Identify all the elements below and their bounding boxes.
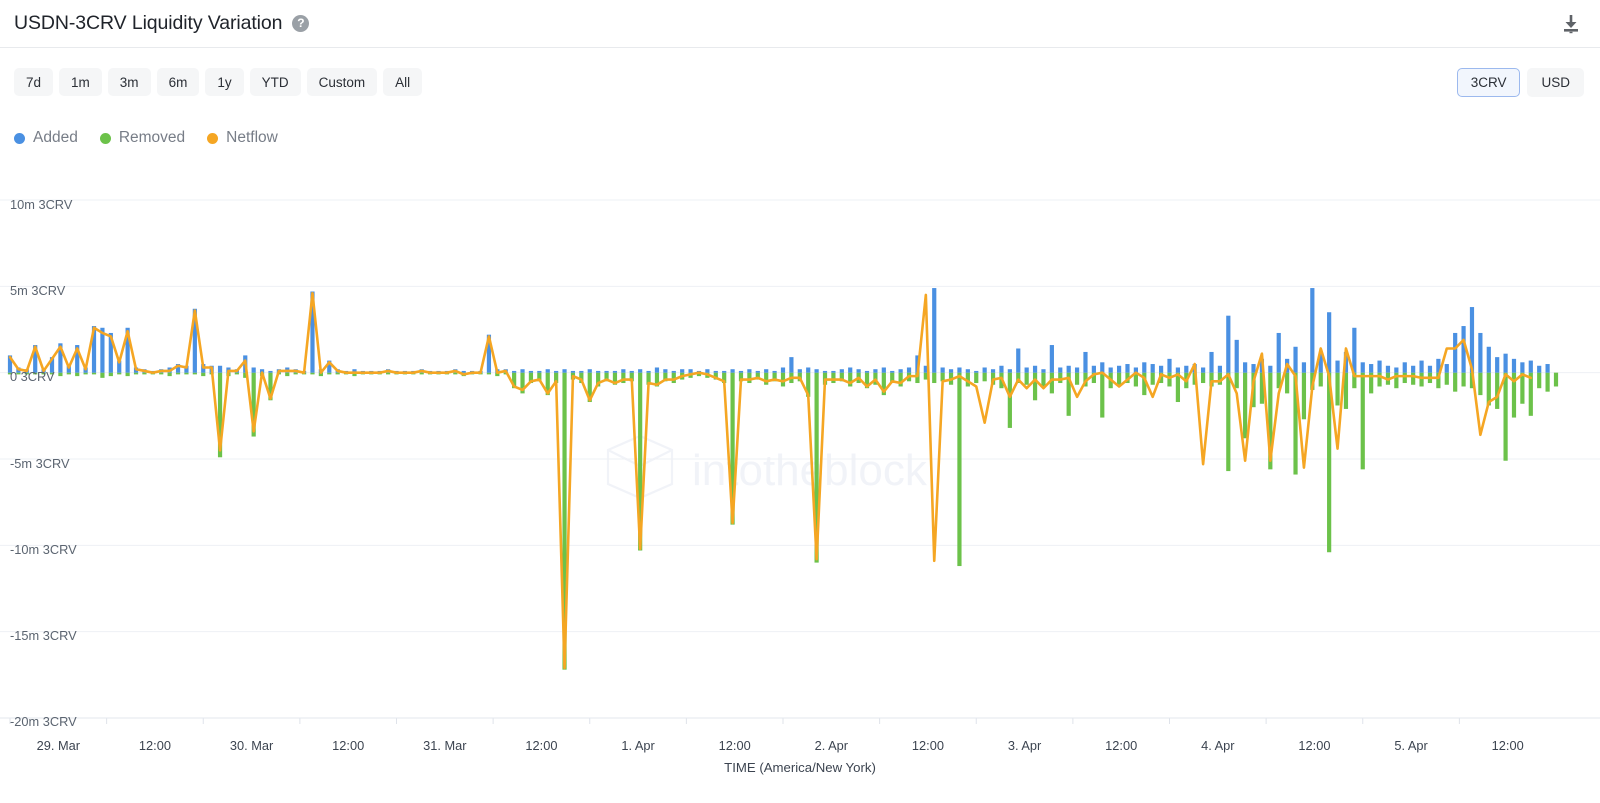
chart-legend: Added Removed Netflow [14, 124, 278, 152]
chart-plot-area[interactable]: intotheblock [0, 160, 1600, 740]
y-tick-label-neg5m: -5m 3CRV [10, 456, 70, 471]
widget-header: USDN-3CRV Liquidity Variation ? [0, 0, 1600, 48]
x-tick-label-9: 12:00 [911, 738, 944, 753]
range-button-1y[interactable]: 1y [205, 68, 244, 96]
legend-item-added[interactable]: Added [14, 129, 78, 147]
range-button-1m[interactable]: 1m [59, 68, 102, 96]
x-tick-label-12: 4. Apr [1201, 738, 1235, 753]
y-tick-label-0: 0 3CRV [10, 369, 55, 384]
x-tick-label-0: 29. Mar [36, 738, 81, 753]
x-tick-label-7: 12:00 [718, 738, 751, 753]
x-tick-label-2: 30. Mar [229, 738, 274, 753]
y-tick-label-neg15m: -15m 3CRV [10, 628, 77, 643]
x-tick-label-15: 12:00 [1491, 738, 1524, 753]
legend-dot-removed [99, 132, 111, 144]
legend-label-netflow: Netflow [226, 129, 278, 146]
x-tick-label-3: 12:00 [332, 738, 365, 753]
title-group: USDN-3CRV Liquidity Variation ? [14, 12, 310, 35]
legend-item-removed[interactable]: Removed [99, 129, 186, 147]
legend-item-netflow[interactable]: Netflow [207, 129, 278, 147]
unit-toggle-group: 3CRV USD [1456, 67, 1584, 97]
legend-dot-netflow [207, 132, 219, 144]
unit-button-usd[interactable]: USD [1527, 67, 1584, 97]
chart-controls: 7d 1m 3m 6m 1y YTD Custom All 3CRV USD [0, 48, 1600, 116]
x-tick-label-8: 2. Apr [814, 738, 849, 753]
range-button-3m[interactable]: 3m [107, 68, 151, 96]
x-axis-title: TIME (America/New York) [724, 760, 876, 775]
time-range-group: 7d 1m 3m 6m 1y YTD Custom All [14, 68, 423, 96]
x-tick-label-14: 5. Apr [1394, 738, 1428, 753]
x-tick-label-11: 12:00 [1105, 738, 1138, 753]
y-tick-label-neg20m: -20m 3CRV [10, 714, 77, 729]
x-tick-label-4: 31. Mar [423, 738, 467, 753]
x-tick-label-10: 3. Apr [1007, 738, 1042, 753]
range-button-7d[interactable]: 7d [14, 68, 54, 96]
legend-label-added: Added [33, 129, 78, 146]
range-button-ytd[interactable]: YTD [249, 68, 301, 96]
y-tick-label-5m: 5m 3CRV [10, 283, 66, 298]
x-tick-label-1: 12:00 [138, 738, 171, 753]
liquidity-variation-widget: USDN-3CRV Liquidity Variation ? 7d 1m 3m… [0, 0, 1600, 803]
legend-label-removed: Removed [118, 129, 186, 146]
range-button-custom[interactable]: Custom [306, 68, 378, 96]
legend-dot-added [14, 132, 25, 144]
y-tick-label-neg10m: -10m 3CRV [10, 542, 77, 557]
unit-button-3crv[interactable]: 3CRV [1456, 67, 1521, 97]
range-button-all[interactable]: All [383, 68, 423, 96]
x-tick-label-13: 12:00 [1298, 738, 1331, 753]
download-icon[interactable] [1558, 11, 1584, 37]
x-tick-label-5: 12:00 [525, 738, 558, 753]
help-circle-icon[interactable]: ? [292, 15, 310, 32]
chart-canvas [0, 199, 1600, 724]
x-tick-label-6: 1. Apr [621, 738, 655, 753]
page-title: USDN-3CRV Liquidity Variation [14, 12, 283, 34]
y-tick-label-10m: 10m 3CRV [10, 197, 73, 212]
range-button-6m[interactable]: 6m [156, 68, 200, 96]
